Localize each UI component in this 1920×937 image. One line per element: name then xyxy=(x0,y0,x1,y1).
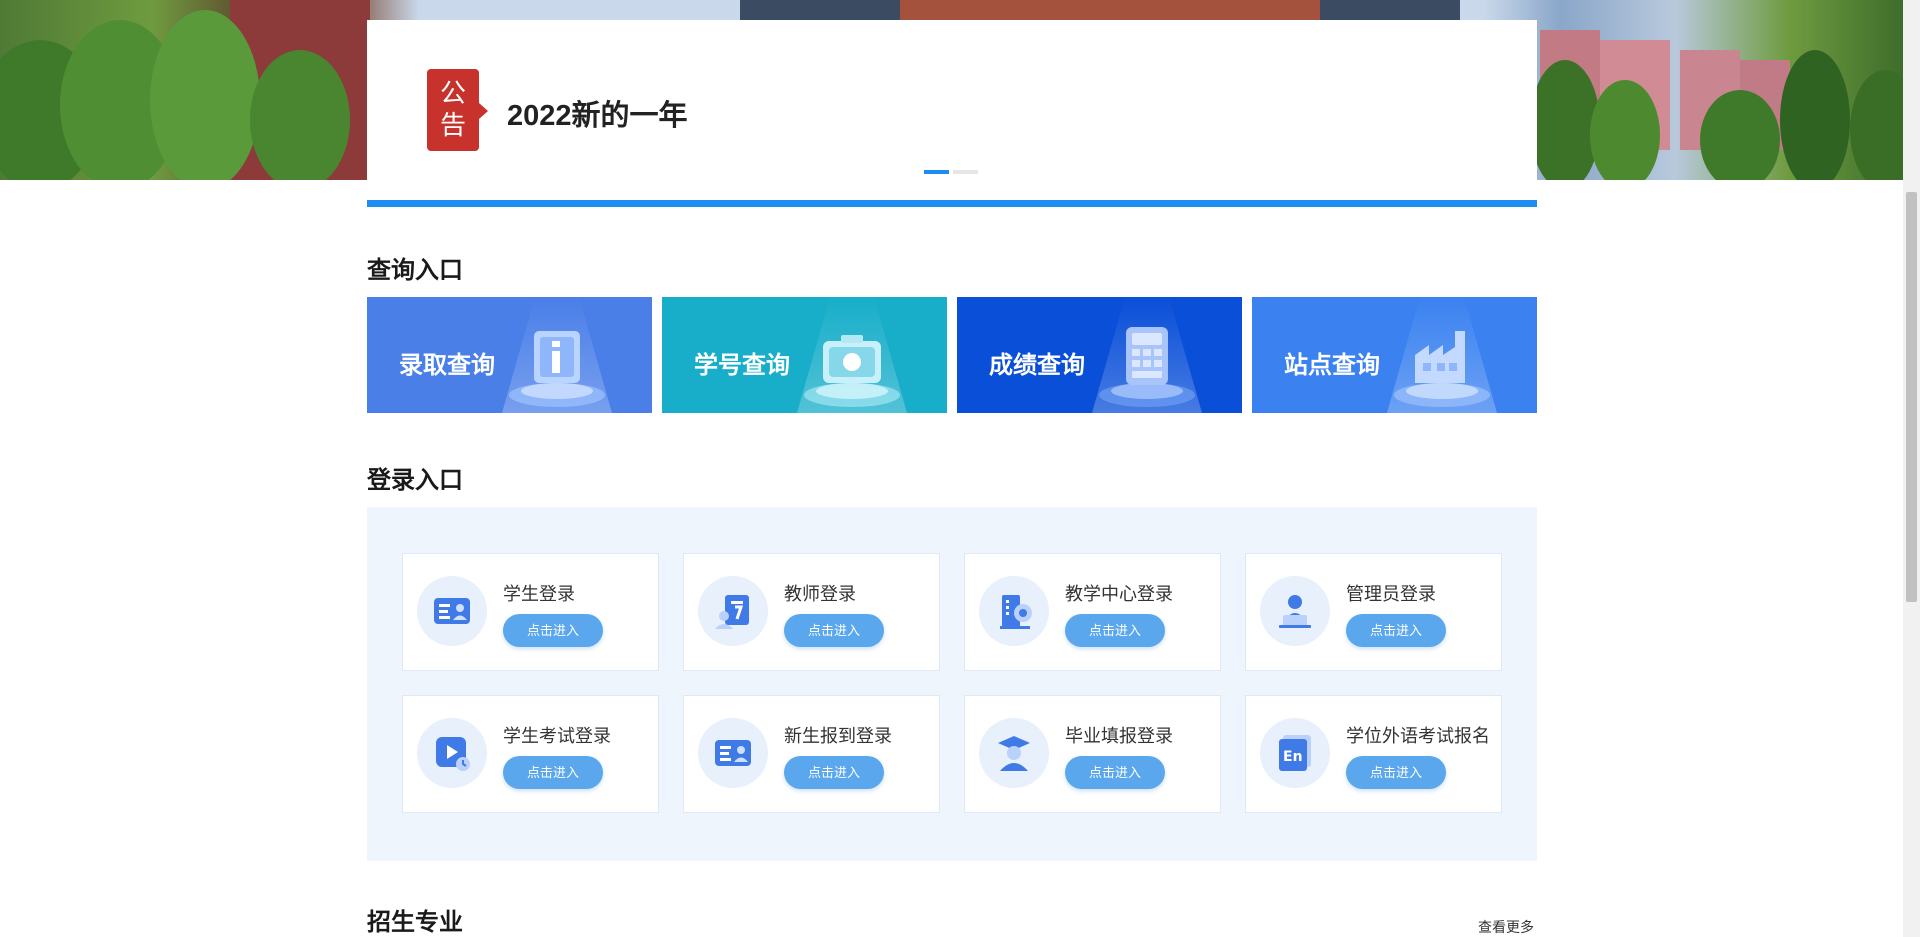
enter-button[interactable]: 点击进入 xyxy=(503,614,603,647)
login-card-student-exam[interactable]: 学生考试登录 点击进入 xyxy=(402,695,659,813)
graduate-icon xyxy=(998,736,1030,771)
query-card-label: 学号查询 xyxy=(694,352,790,379)
scrollbar-thumb[interactable] xyxy=(1906,192,1917,602)
enter-button[interactable]: 点击进入 xyxy=(1065,756,1165,789)
building-icon xyxy=(1000,595,1032,629)
accent-divider xyxy=(367,200,1537,207)
campus-building xyxy=(900,0,1320,20)
info-icon xyxy=(509,331,605,407)
login-card-freshman[interactable]: 新生报到登录 点击进入 xyxy=(683,695,940,813)
tree xyxy=(250,50,350,180)
notice-title[interactable]: 2022新的一年 xyxy=(507,92,688,134)
carousel-dot[interactable] xyxy=(924,170,949,174)
notice-badge-top: 公 xyxy=(439,78,466,108)
login-card-degree-english[interactable]: En 学位外语考试报名 点击进入 xyxy=(1245,695,1502,813)
login-card-teaching-center[interactable]: 教学中心登录 点击进入 xyxy=(964,553,1221,671)
login-panel: 学生登录 点击进入 教师登录 点击进入 教学中心登录 点击进入 管理员登录 点击… xyxy=(367,507,1537,861)
login-card-label: 教学中心登录 xyxy=(1065,584,1173,604)
avatar xyxy=(979,718,1049,788)
tree xyxy=(1850,70,1903,180)
enter-button[interactable]: 点击进入 xyxy=(784,756,884,789)
query-card-label: 站点查询 xyxy=(1284,352,1380,379)
login-card-label: 管理员登录 xyxy=(1346,584,1436,604)
login-card-label: 学位外语考试报名 xyxy=(1346,726,1490,746)
svg-text:En: En xyxy=(1283,749,1303,765)
query-card-label: 成绩查询 xyxy=(989,352,1085,379)
carousel-indicator xyxy=(924,170,978,174)
query-card-grades[interactable]: 成绩查询 xyxy=(957,297,1242,413)
avatar xyxy=(979,576,1049,646)
carousel-dot[interactable] xyxy=(953,170,978,174)
notice-card: 公 告 2022新的一年 xyxy=(367,20,1537,182)
login-card-teacher[interactable]: 教师登录 点击进入 xyxy=(683,553,940,671)
admin-icon xyxy=(1279,595,1311,628)
student-card-icon xyxy=(434,598,470,624)
login-card-label: 新生报到登录 xyxy=(784,726,892,746)
id-card-icon xyxy=(804,335,900,407)
enter-button[interactable]: 点击进入 xyxy=(503,756,603,789)
tree xyxy=(150,10,260,180)
english-icon: En xyxy=(1279,735,1311,771)
page-scrollbar[interactable] xyxy=(1903,0,1920,937)
enter-button[interactable]: 点击进入 xyxy=(1346,756,1446,789)
view-more-link[interactable]: 查看更多 xyxy=(1478,917,1534,937)
login-card-label: 学生考试登录 xyxy=(503,726,611,746)
avatar xyxy=(417,718,487,788)
avatar xyxy=(417,576,487,646)
login-card-label: 学生登录 xyxy=(503,584,575,604)
teacher-icon xyxy=(715,595,749,629)
factory-icon xyxy=(1394,331,1490,407)
tree xyxy=(1530,60,1600,180)
tree xyxy=(1700,90,1780,180)
enter-button[interactable]: 点击进入 xyxy=(784,614,884,647)
query-card-student-id[interactable]: 学号查询 xyxy=(662,297,947,413)
avatar: En xyxy=(1260,718,1330,788)
enter-button[interactable]: 点击进入 xyxy=(1346,614,1446,647)
building-windows xyxy=(1320,0,1460,20)
login-card-student[interactable]: 学生登录 点击进入 xyxy=(402,553,659,671)
query-card-label: 录取查询 xyxy=(399,352,495,379)
notice-badge: 公 告 xyxy=(427,69,488,151)
building-windows xyxy=(740,0,900,20)
majors-section-title: 招生专业 xyxy=(367,909,463,936)
query-cards: 录取查询 学号查询 成绩查询 站点查询 xyxy=(367,297,1537,413)
calculator-icon xyxy=(1099,327,1195,407)
login-card-label: 毕业填报登录 xyxy=(1065,726,1173,746)
enter-button[interactable]: 点击进入 xyxy=(1065,614,1165,647)
login-card-admin[interactable]: 管理员登录 点击进入 xyxy=(1245,553,1502,671)
query-section-title: 查询入口 xyxy=(367,257,463,284)
notice-badge-bottom: 告 xyxy=(439,110,466,140)
freshman-card-icon xyxy=(715,740,751,766)
login-section-title: 登录入口 xyxy=(367,467,463,494)
tree xyxy=(1780,50,1850,180)
avatar xyxy=(1260,576,1330,646)
avatar xyxy=(698,718,768,788)
exam-play-icon xyxy=(436,737,470,771)
avatar xyxy=(698,576,768,646)
login-card-graduation[interactable]: 毕业填报登录 点击进入 xyxy=(964,695,1221,813)
query-card-site[interactable]: 站点查询 xyxy=(1252,297,1537,413)
query-card-admission[interactable]: 录取查询 xyxy=(367,297,652,413)
tree xyxy=(1590,80,1660,180)
login-card-label: 教师登录 xyxy=(784,584,856,604)
